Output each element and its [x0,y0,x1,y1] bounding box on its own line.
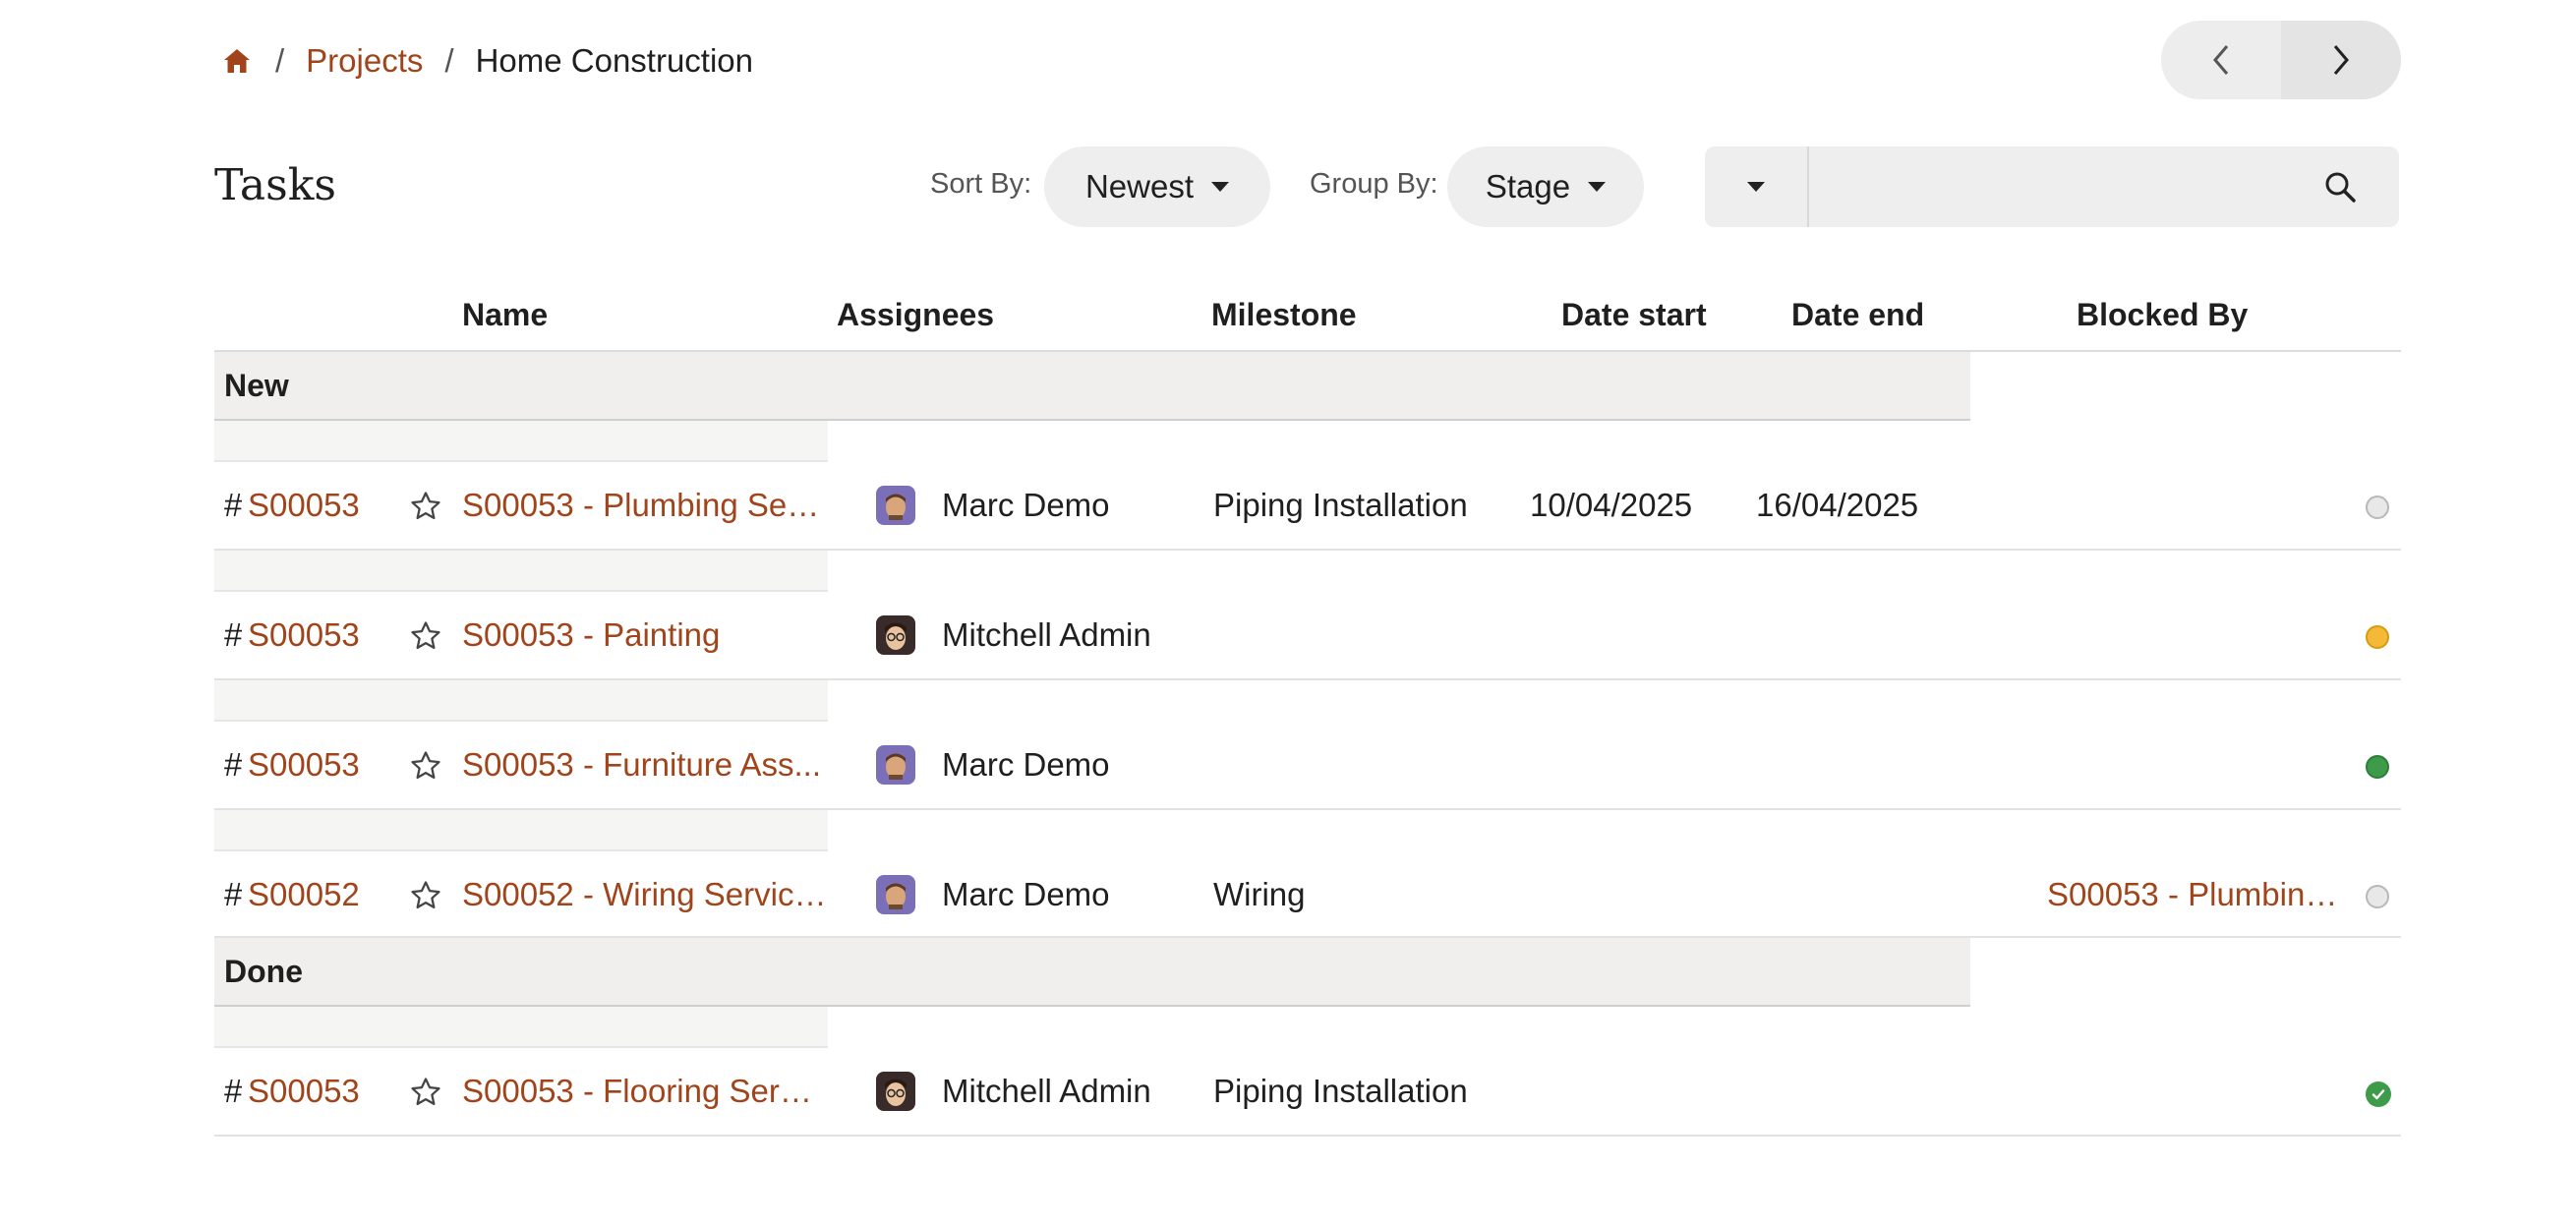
filter-toggle-button[interactable] [1705,146,1809,227]
avatar-marc-demo [876,486,915,525]
column-header-blocked-by[interactable]: Blocked By [2077,297,2248,333]
search-input[interactable] [1809,146,2281,227]
group-bar [214,938,1970,1007]
task-ref-link[interactable]: S00052 [248,875,360,914]
record-pager [2161,21,2401,99]
milestone: Wiring [1213,876,1306,912]
caret-down-icon [1588,182,1607,192]
task-name-link[interactable]: S00053 - Flooring Servi... [462,1072,828,1111]
task-ref-link[interactable]: S00053 [248,615,360,655]
star-icon[interactable] [409,749,442,783]
table-row[interactable]: # S00053 S00053 - Painting Mitchell Admi… [214,551,2401,680]
status-dot-icon[interactable] [2366,755,2389,779]
date-end: 16/04/2025 [1756,487,1919,523]
task-name-link[interactable]: S00053 - Painting [462,615,828,655]
check-circle-icon[interactable] [2366,1081,2391,1107]
milestone: Piping Installation [1213,1073,1468,1109]
chevron-right-icon [2333,45,2349,75]
row-spacer [214,1007,828,1048]
group-label: New [224,368,289,403]
star-icon[interactable] [409,879,442,912]
table-row[interactable]: # S00052 S00052 - Wiring Services Marc D… [214,810,2401,938]
ref-hash: # [224,876,243,912]
avatar-mitchell-admin [876,615,915,655]
page-title: Tasks [214,160,336,210]
breadcrumb-current: Home Construction [475,42,754,79]
search-icon [2325,172,2356,203]
row-spacer [214,810,828,851]
status-dot-icon[interactable] [2366,625,2389,649]
star-icon[interactable] [409,619,442,653]
caret-down-icon [1747,182,1765,192]
task-ref-link[interactable]: S00053 [248,1072,360,1111]
search-bar [1705,146,2399,227]
date-start: 10/04/2025 [1530,487,1693,523]
blocked-by-link[interactable]: S00053 - Plumbing ... [2047,875,2352,914]
breadcrumb: / Projects / Home Construction [222,37,753,85]
assignee-name: Marc Demo [942,746,1110,783]
row-spacer [214,680,828,722]
ref-hash: # [224,616,243,653]
next-button[interactable] [2281,21,2401,99]
column-header-assignees[interactable]: Assignees [837,297,994,333]
caret-down-icon [1211,182,1230,192]
group-by-dropdown[interactable]: Stage [1447,146,1644,227]
table-row[interactable]: # S00053 S00053 - Flooring Servi... Mitc… [214,1007,2401,1137]
assignee-name: Marc Demo [942,487,1110,523]
star-icon[interactable] [409,1076,442,1109]
sort-by-label: Sort By: [930,168,1032,200]
avatar-mitchell-admin [876,1072,915,1111]
column-header-name[interactable]: Name [462,297,548,333]
table-row[interactable]: # S00053 S00053 - Furniture Ass... Marc … [214,680,2401,810]
status-dot-icon[interactable] [2366,885,2389,908]
sort-by-value: Newest [1084,168,1195,204]
group-by-label: Group By: [1310,168,1438,200]
assignee-name: Mitchell Admin [942,616,1151,653]
column-header-date-start[interactable]: Date start [1561,297,1707,333]
group-bar [214,352,1970,421]
task-name-link[interactable]: S00052 - Wiring Services [462,875,828,914]
breadcrumb-separator: / [275,42,285,79]
previous-button[interactable] [2161,21,2281,99]
row-spacer [214,421,828,462]
table-row[interactable]: # S00053 S00053 - Plumbing Serv... Marc … [214,421,2401,551]
group-header-new[interactable]: New [214,352,2401,421]
group-header-done[interactable]: Done [214,938,2401,1007]
milestone: Piping Installation [1213,487,1468,523]
task-ref-link[interactable]: S00053 [248,486,360,525]
avatar-marc-demo [876,875,915,914]
task-name-link[interactable]: S00053 - Furniture Ass... [462,745,828,785]
ref-hash: # [224,746,243,783]
task-list-table: Name Assignees Milestone Date start Date… [214,279,2401,1137]
ref-hash: # [224,487,243,523]
row-spacer [214,551,828,592]
breadcrumb-separator: / [444,42,454,79]
assignee-name: Mitchell Admin [942,1073,1151,1109]
breadcrumb-projects-link[interactable]: Projects [306,42,423,80]
group-label: Done [224,954,303,989]
home-icon[interactable] [222,45,254,77]
sort-by-dropdown[interactable]: Newest [1044,146,1270,227]
status-dot-icon[interactable] [2366,496,2389,519]
column-header-date-end[interactable]: Date end [1791,297,1924,333]
avatar-marc-demo [876,745,915,785]
column-header-milestone[interactable]: Milestone [1211,297,1357,333]
search-button[interactable] [2281,146,2399,227]
task-name-link[interactable]: S00053 - Plumbing Serv... [462,486,828,525]
task-ref-link[interactable]: S00053 [248,745,360,785]
chevron-left-icon [2213,45,2229,75]
table-header: Name Assignees Milestone Date start Date… [214,279,2401,352]
star-icon[interactable] [409,490,442,523]
group-by-value: Stage [1485,168,1571,204]
assignee-name: Marc Demo [942,876,1110,912]
ref-hash: # [224,1073,243,1109]
